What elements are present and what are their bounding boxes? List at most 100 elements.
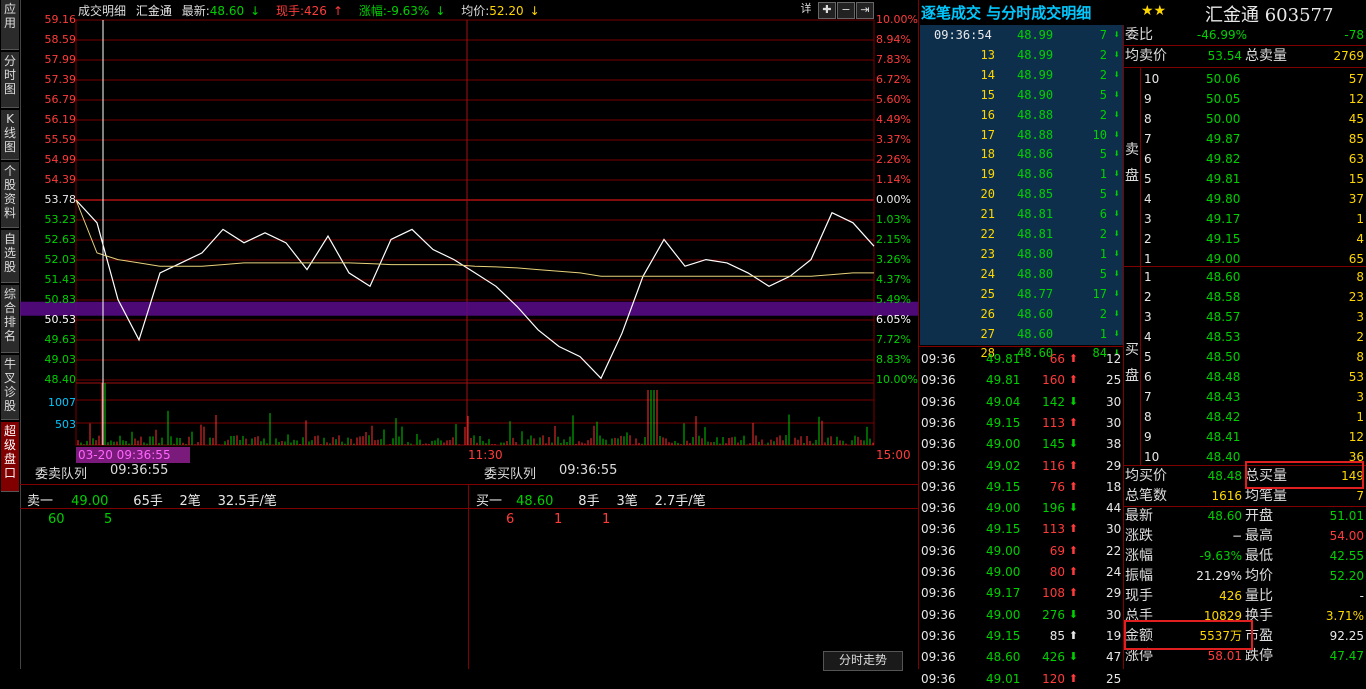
pct-axis-label: 8.94% <box>876 33 911 46</box>
tick-row[interactable]: 17 48.88 10 ⬇ <box>920 125 1123 145</box>
tick-row[interactable]: 21 48.81 6 ⬇ <box>920 204 1123 224</box>
price-chart[interactable] <box>0 0 918 465</box>
stat-row[interactable]: 涨跌 − 最高 54.00 <box>1124 526 1366 546</box>
minute-row[interactable]: 09:36 49.00 80 ⬆ 24 <box>920 562 1123 582</box>
tick-row[interactable]: 18 48.86 5 ⬇ <box>920 144 1123 164</box>
tick-time: 26 <box>980 306 995 321</box>
ask-row[interactable]: 5 49.81 15 <box>1124 169 1366 189</box>
tick-volume: 5 <box>1099 187 1107 202</box>
tick-row[interactable]: 14 48.99 2 ⬇ <box>920 65 1123 85</box>
bid-row[interactable]: 5 48.50 8 <box>1124 347 1366 367</box>
bid-row[interactable]: 7 48.43 3 <box>1124 387 1366 407</box>
down-arrow-icon: ⬇ <box>1113 187 1120 201</box>
minute-row[interactable]: 09:36 49.15 113 ⬆ 30 <box>920 519 1123 539</box>
ask-row[interactable]: 8 50.00 45 <box>1124 109 1366 129</box>
stat-row[interactable]: 最新 48.60 开盘 51.01 <box>1124 506 1366 526</box>
up-arrow-icon: ⬆ <box>1068 671 1078 685</box>
ask-row[interactable]: 6 49.82 63 <box>1124 149 1366 169</box>
tick-row[interactable]: 19 48.86 1 ⬇ <box>920 164 1123 184</box>
total-buy-highlight <box>1245 461 1364 489</box>
minute-row[interactable]: 09:36 49.02 116 ⬆ 29 <box>920 456 1123 476</box>
minute-volume: 276 <box>1042 607 1065 622</box>
ask-row[interactable]: 10 50.06 57 <box>1124 69 1366 89</box>
bid-volume: 2 <box>1356 330 1364 344</box>
pct-axis-label: 4.49% <box>876 113 911 126</box>
tick-row[interactable]: 09:36:54 48.99 7 ⬇ <box>920 25 1123 45</box>
sell-queue-orders: 60 5 <box>48 512 113 527</box>
minute-price: 49.00 <box>986 607 1021 622</box>
down-arrow-icon: ⬇ <box>1068 437 1078 451</box>
stat-value: 3.71% <box>1325 609 1364 623</box>
minute-time: 09:36 <box>921 671 956 686</box>
trades-row[interactable]: 总笔数 1616 均笔量 7 <box>1124 486 1366 506</box>
tick-row[interactable]: 24 48.80 5 ⬇ <box>920 264 1123 284</box>
pct-axis-label: 10.00% <box>876 13 918 26</box>
tick-row[interactable]: 23 48.80 1 ⬇ <box>920 244 1123 264</box>
bid-row[interactable]: 1 48.60 8 <box>1124 267 1366 287</box>
bid-volume: 8 <box>1356 270 1364 284</box>
tick-row[interactable]: 13 48.99 2 ⬇ <box>920 45 1123 65</box>
minute-row[interactable]: 09:36 49.81 66 ⬆ 12 <box>920 349 1123 369</box>
tick-row[interactable]: 20 48.85 5 ⬇ <box>920 184 1123 204</box>
volume-axis-label: 503 <box>55 418 76 431</box>
tab-time-trend[interactable]: 分时走势 <box>823 651 903 671</box>
minute-row[interactable]: 09:36 49.15 113 ⬆ 30 <box>920 413 1123 433</box>
ask-row[interactable]: 3 49.17 1 <box>1124 209 1366 229</box>
tick-volume: 10 <box>1092 127 1107 142</box>
minute-row[interactable]: 09:36 49.01 120 ⬆ 25 <box>920 669 1123 689</box>
bid-volume: 53 <box>1348 370 1364 384</box>
minute-count: 30 <box>1106 415 1122 430</box>
bid-row[interactable]: 6 48.48 53 <box>1124 367 1366 387</box>
minute-time: 09:36 <box>921 650 956 665</box>
minute-row[interactable]: 09:36 49.00 145 ⬇ 38 <box>920 434 1123 454</box>
bid-price: 48.41 <box>1206 430 1241 444</box>
minute-price: 49.00 <box>986 501 1021 516</box>
stat-row[interactable]: 涨幅 -9.63% 最低 42.55 <box>1124 546 1366 566</box>
stat-row[interactable]: 现手 426 量比 - <box>1124 586 1366 606</box>
tick-row[interactable]: 26 48.60 2 ⬇ <box>920 304 1123 324</box>
tick-row[interactable]: 16 48.88 2 ⬇ <box>920 105 1123 125</box>
minute-time: 09:36 <box>921 458 956 473</box>
ask-price: 49.82 <box>1206 152 1241 166</box>
avg-sell-row[interactable]: 均卖价 53.54 总卖量 2769 <box>1124 46 1366 66</box>
bid-row[interactable]: 2 48.58 23 <box>1124 287 1366 307</box>
minute-row[interactable]: 09:36 49.81 160 ⬆ 25 <box>920 370 1123 390</box>
total-sell-value: 2769 <box>1333 49 1364 63</box>
bid-row[interactable]: 9 48.41 12 <box>1124 427 1366 447</box>
pct-axis-label: 2.15% <box>876 233 911 246</box>
tick-row[interactable]: 22 48.81 2 ⬇ <box>920 224 1123 244</box>
tick-row[interactable]: 27 48.60 1 ⬇ <box>920 324 1123 344</box>
tick-time: 21 <box>980 207 995 222</box>
stat-value: − <box>1231 529 1242 543</box>
up-arrow-icon: ⬆ <box>1068 522 1078 536</box>
tick-price: 48.99 <box>1017 28 1054 42</box>
stat-row[interactable]: 振幅 21.29% 均价 52.20 <box>1124 566 1366 586</box>
tick-price: 48.80 <box>1017 266 1054 281</box>
weibi-row[interactable]: 委比 -46.99% -78 <box>1124 25 1366 45</box>
tick-row[interactable]: 15 48.90 5 ⬇ <box>920 85 1123 105</box>
minute-row[interactable]: 09:36 49.00 276 ⬇ 30 <box>920 605 1123 625</box>
bid-volume: 1 <box>1356 410 1364 424</box>
bid-row[interactable]: 3 48.57 3 <box>1124 307 1366 327</box>
ask-row[interactable]: 9 50.05 12 <box>1124 89 1366 109</box>
minute-row[interactable]: 09:36 49.15 76 ⬆ 18 <box>920 477 1123 497</box>
minute-row[interactable]: 09:36 49.04 142 ⬇ 30 <box>920 392 1123 412</box>
ask-row[interactable]: 2 49.15 4 <box>1124 229 1366 249</box>
minute-row[interactable]: 09:36 49.17 108 ⬆ 29 <box>920 583 1123 603</box>
minute-row[interactable]: 09:36 49.15 85 ⬆ 19 <box>920 626 1123 646</box>
bid-row[interactable]: 4 48.53 2 <box>1124 327 1366 347</box>
minute-row[interactable]: 09:36 49.00 196 ⬇ 44 <box>920 498 1123 518</box>
pct-axis-label: 10.00% <box>876 373 918 386</box>
minute-volume: 120 <box>1042 671 1065 686</box>
tick-volume: 17 <box>1092 286 1107 301</box>
ask-row[interactable]: 4 49.80 37 <box>1124 189 1366 209</box>
avg-buy-label: 均买价 <box>1125 468 1167 484</box>
minute-row[interactable]: 09:36 48.60 426 ⬇ 47 <box>920 647 1123 667</box>
minute-row[interactable]: 09:36 49.00 69 ⬆ 22 <box>920 541 1123 561</box>
tick-row[interactable]: 25 48.77 17 ⬇ <box>920 284 1123 304</box>
ask-row[interactable]: 7 49.87 85 <box>1124 129 1366 149</box>
tick-price: 48.80 <box>1017 246 1054 261</box>
minute-volume: 85 <box>1049 628 1065 643</box>
minute-count: 19 <box>1106 628 1122 643</box>
bid-row[interactable]: 8 48.42 1 <box>1124 407 1366 427</box>
